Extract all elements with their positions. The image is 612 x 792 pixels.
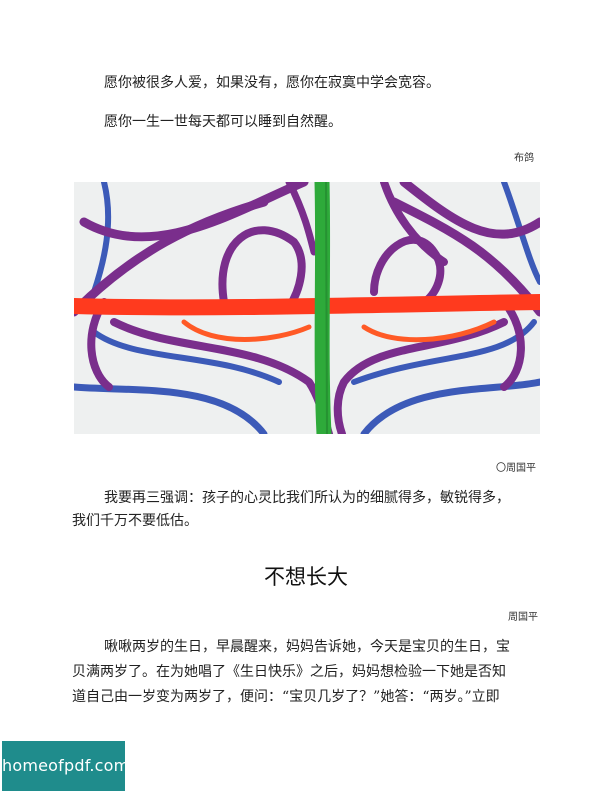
image-credit: 〇周国平 (496, 463, 536, 474)
section-author: 周国平 (508, 612, 538, 623)
body-line-1: 啾啾两岁的生日，早晨醒来，妈妈告诉她，今天是宝贝的生日，宝 (104, 639, 510, 655)
document-page: 愿你被很多人爱，如果没有，愿你在寂寞中学会宽容。 愿你一生一世每天都可以睡到自然… (0, 0, 612, 792)
painting-svg (74, 182, 540, 434)
quote-signature: 布鸽 (514, 153, 534, 164)
intro-line-2: 我们千万不要低估。 (72, 513, 198, 529)
green-stroke (314, 182, 332, 434)
body-line-2: 贝满两岁了。在为她唱了《生日快乐》之后，妈妈想检验一下她是否知 (72, 664, 506, 680)
quote-line-1: 愿你被很多人爱，如果没有，愿你在寂寞中学会宽容。 (104, 75, 440, 91)
green-stroke-shade (325, 182, 328, 434)
child-painting-image (74, 182, 540, 434)
body-line-3: 道自己由一岁变为两岁了，便问：“宝贝几岁了？”她答：“两岁。”立即 (72, 689, 500, 705)
red-band (74, 294, 540, 316)
quote-line-2: 愿你一生一世每天都可以睡到自然醒。 (104, 114, 342, 130)
section-title: 不想长大 (264, 565, 348, 589)
homeofpdf-watermark: homeofpdf.com (2, 741, 129, 791)
